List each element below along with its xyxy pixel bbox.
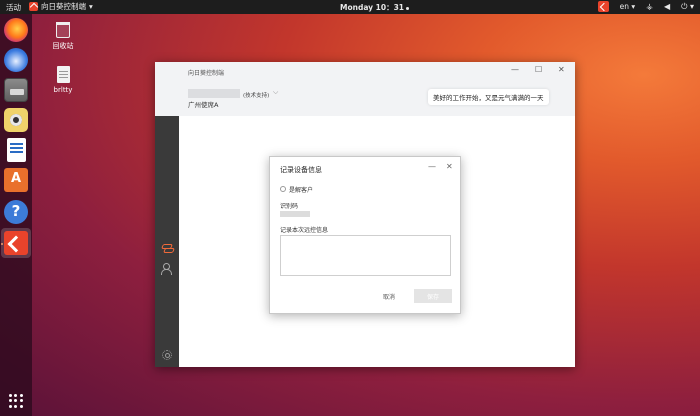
dialog-close-icon[interactable]: ✕ xyxy=(446,162,453,171)
app-menu-label: 向日葵控制端 xyxy=(41,2,86,11)
running-indicator xyxy=(1,243,3,245)
volume-icon[interactable]: ◀ xyxy=(664,2,670,11)
language-label: en xyxy=(619,2,629,11)
note-label: 记录本次远控信息 xyxy=(280,227,329,234)
help-icon[interactable] xyxy=(4,200,28,224)
device-subtitle: (技术支持) xyxy=(243,93,270,99)
software-center-icon[interactable] xyxy=(4,168,28,192)
activities-button[interactable]: 活动 xyxy=(6,2,21,13)
dialog-minimize-icon[interactable]: — xyxy=(428,162,436,171)
trash-icon xyxy=(56,22,70,38)
power-icon[interactable]: ⏻ ▾ xyxy=(681,2,694,12)
remote-control-icon[interactable] xyxy=(162,244,172,252)
sunlogin-dock-icon[interactable] xyxy=(4,231,28,255)
show-applications-icon[interactable] xyxy=(9,394,23,408)
chevron-down-icon[interactable]: ⌵ xyxy=(273,88,278,97)
clock[interactable]: Monday 10：31 xyxy=(340,2,410,13)
file-icon xyxy=(56,66,70,83)
dialog-title: 记录设备信息 xyxy=(280,166,322,174)
greeting-bubble: 美好的工作开始，又是元气满满的一天 xyxy=(428,89,549,105)
gear-icon[interactable] xyxy=(162,350,172,360)
firefox-icon[interactable] xyxy=(4,18,28,42)
clock-label: Monday 10：31 xyxy=(340,3,405,12)
app-menu[interactable]: 向日葵控制端 ▾ xyxy=(29,1,93,12)
rhythmbox-icon[interactable] xyxy=(4,108,28,132)
power-glyph: ⏻ xyxy=(681,1,688,11)
system-tray: en ▾ ⚶ ◀ ⏻ ▾ xyxy=(597,1,694,12)
desktop-icon-brltty[interactable]: brltty xyxy=(43,66,83,94)
sunlogin-tray-icon[interactable] xyxy=(597,1,609,12)
desktop-icon-trash[interactable]: 回收站 xyxy=(43,22,83,51)
top-bar: 活动 向日葵控制端 ▾ Monday 10：31 en ▾ ⚶ ◀ ⏻ ▾ xyxy=(0,0,700,14)
language-indicator[interactable]: en ▾ xyxy=(620,2,636,11)
sunlogin-app-icon xyxy=(29,2,38,11)
note-textarea[interactable] xyxy=(280,235,451,276)
notification-dot-icon xyxy=(406,6,410,10)
files-icon[interactable] xyxy=(4,78,28,102)
app-header: 向日葵控制端 — ☐ ✕ (技术支持) ⌵ 广州使席A 美好的工作开始，又是元气… xyxy=(155,62,575,116)
maximize-icon[interactable]: ☐ xyxy=(535,65,542,74)
device-id-redacted xyxy=(188,89,240,98)
user-group-icon[interactable] xyxy=(161,263,173,275)
record-device-dialog: 记录设备信息 — ✕ 是解客户 识别码 记录本次远控信息 取消 保存 xyxy=(269,156,461,314)
app-sidebar xyxy=(155,116,179,367)
app-menu-arrow-icon: ▾ xyxy=(89,2,93,11)
minimize-icon[interactable]: — xyxy=(511,65,519,74)
cancel-button[interactable]: 取消 xyxy=(372,289,406,303)
close-icon[interactable]: ✕ xyxy=(558,65,565,74)
id-code-value-redacted xyxy=(280,211,310,217)
id-code-label: 识别码 xyxy=(280,203,299,210)
window-title: 向日葵控制端 xyxy=(188,70,225,77)
device-name: 广州使席A xyxy=(188,101,219,109)
dock xyxy=(0,14,32,416)
save-button[interactable]: 保存 xyxy=(414,289,452,303)
network-icon[interactable]: ⚶ xyxy=(646,2,653,11)
thunderbird-icon[interactable] xyxy=(4,48,28,72)
power-arrow-icon: ▾ xyxy=(689,1,694,11)
writer-icon[interactable] xyxy=(7,138,26,162)
customer-radio-label[interactable]: 是解客户 xyxy=(289,185,313,194)
customer-radio[interactable] xyxy=(280,186,286,192)
language-arrow-icon: ▾ xyxy=(631,2,636,11)
desktop-icon-label: 回收站 xyxy=(52,42,74,50)
desktop-icon-label: brltty xyxy=(53,86,73,94)
